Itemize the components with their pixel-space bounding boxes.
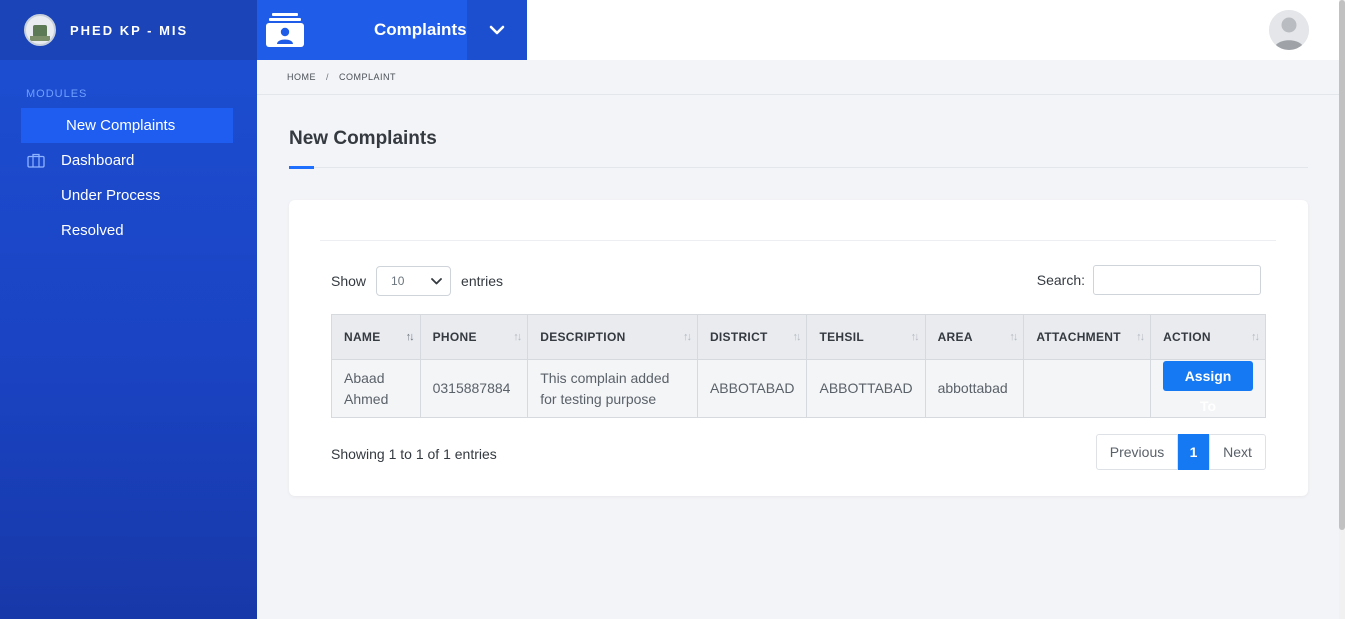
briefcase-icon <box>27 153 45 168</box>
column-header-tehsil[interactable]: TEHSIL ↑↓ <box>806 314 926 360</box>
column-header-attachment[interactable]: ATTACHMENT ↑↓ <box>1023 314 1152 360</box>
assign-to-button[interactable]: Assign To <box>1163 360 1253 414</box>
page-title: New Complaints <box>289 128 437 149</box>
cell-district: ABBOTABAD <box>696 359 808 418</box>
sort-icon: ↑↓ <box>1251 331 1260 343</box>
table-header-row: NAME ↑↓ PHONE ↑↓ DESCRIPTION ↑↓ DISTRICT ↑↓ … <box>331 314 1266 360</box>
sidebar-item-label: Resolved <box>61 222 124 239</box>
sort-icon: ↑↓ <box>792 331 801 343</box>
sort-icon: ↑↓ <box>910 331 920 343</box>
breadcrumb-home[interactable]: HOME <box>287 72 316 82</box>
sort-icon: ↑↓ <box>405 331 415 343</box>
show-entries-control: Show 10 entries <box>331 266 503 296</box>
column-header-phone[interactable]: PHONE ↑↓ <box>419 314 529 360</box>
table-row: Abaad Ahmed 0315887884 This complain add… <box>331 359 1266 418</box>
sidebar-item-dashboard[interactable]: Dashboard <box>0 143 257 178</box>
previous-page-button[interactable]: Previous <box>1096 434 1178 470</box>
page-size-value: 10 <box>391 274 405 288</box>
search-control: Search: <box>1037 265 1261 295</box>
sort-icon: ↑↓ <box>682 331 692 343</box>
cell-tehsil: ABBOTTABAD <box>806 359 926 418</box>
column-header-description[interactable]: DESCRIPTION ↑↓ <box>527 314 698 360</box>
sidebar-menu: New Complaints Dashboard Under Process R… <box>0 108 257 248</box>
cell-area: abbottabad <box>924 359 1025 418</box>
page-number-button[interactable]: 1 <box>1178 434 1209 470</box>
module-icon-wrap <box>257 11 313 49</box>
column-header-action[interactable]: ACTION ↑↓ <box>1150 314 1266 360</box>
cell-description: This complain added for testing purpose <box>527 359 698 418</box>
show-label: Show <box>331 273 367 289</box>
module-dropdown-toggle[interactable] <box>467 0 527 60</box>
brand[interactable]: PHED KP - MIS <box>0 0 257 60</box>
pagination: Previous 1 Next <box>1096 434 1266 470</box>
cell-phone: 0315887884 <box>419 359 529 418</box>
column-header-name[interactable]: NAME ↑↓ <box>331 314 421 360</box>
sidebar-item-under-process[interactable]: Under Process <box>0 178 257 213</box>
next-page-button[interactable]: Next <box>1209 434 1266 470</box>
breadcrumb-current: COMPLAINT <box>339 72 397 82</box>
breadcrumb: HOME / COMPLAINT <box>257 60 1339 95</box>
user-avatar[interactable] <box>1269 10 1309 50</box>
sort-icon: ↑↓ <box>513 331 522 343</box>
sort-icon: ↑↓ <box>1136 331 1145 343</box>
sidebar: PHED KP - MIS MODULES New Complaints Das… <box>0 0 257 619</box>
cell-name: Abaad Ahmed <box>331 359 421 418</box>
page-scrollbar[interactable] <box>1339 0 1345 619</box>
search-input[interactable] <box>1093 265 1261 295</box>
chevron-down-icon <box>431 277 442 284</box>
column-header-district[interactable]: DISTRICT ↑↓ <box>696 314 808 360</box>
scrollbar-thumb[interactable] <box>1339 0 1345 530</box>
card-divider <box>320 240 1276 241</box>
modules-section-label: MODULES <box>26 88 88 100</box>
table-info: Showing 1 to 1 of 1 entries <box>331 446 497 462</box>
sidebar-item-label: Dashboard <box>61 152 135 169</box>
page-size-select[interactable]: 10 <box>376 266 452 296</box>
contact-card-icon <box>266 13 304 47</box>
title-divider <box>289 167 1308 168</box>
chevron-down-icon <box>489 25 505 35</box>
sort-icon: ↑↓ <box>1009 331 1018 343</box>
sidebar-item-new-complaints[interactable]: New Complaints <box>21 108 233 143</box>
search-label: Search: <box>1036 272 1085 288</box>
module-switcher[interactable]: Complaints <box>257 0 527 60</box>
sidebar-item-resolved[interactable]: Resolved <box>0 213 257 248</box>
complaints-card: Show 10 entries Search: NAME ↑↓ PHONE ↑↓ D… <box>289 200 1308 496</box>
complaints-table: NAME ↑↓ PHONE ↑↓ DESCRIPTION ↑↓ DISTRICT ↑↓ … <box>331 314 1266 418</box>
cell-action: Assign To <box>1150 359 1266 418</box>
module-title: Complaints <box>374 20 467 39</box>
topbar: Complaints <box>257 0 1339 60</box>
sidebar-item-label: New Complaints <box>66 117 176 134</box>
title-accent-bar <box>289 166 314 169</box>
breadcrumb-separator: / <box>326 72 330 82</box>
column-header-area[interactable]: AREA ↑↓ <box>924 314 1025 360</box>
entries-label: entries <box>461 273 504 289</box>
brand-title: PHED KP - MIS <box>70 22 189 38</box>
cell-attachment <box>1023 359 1152 418</box>
sidebar-item-label: Under Process <box>61 187 161 204</box>
brand-logo <box>24 14 56 46</box>
user-avatar-icon <box>1269 10 1309 50</box>
